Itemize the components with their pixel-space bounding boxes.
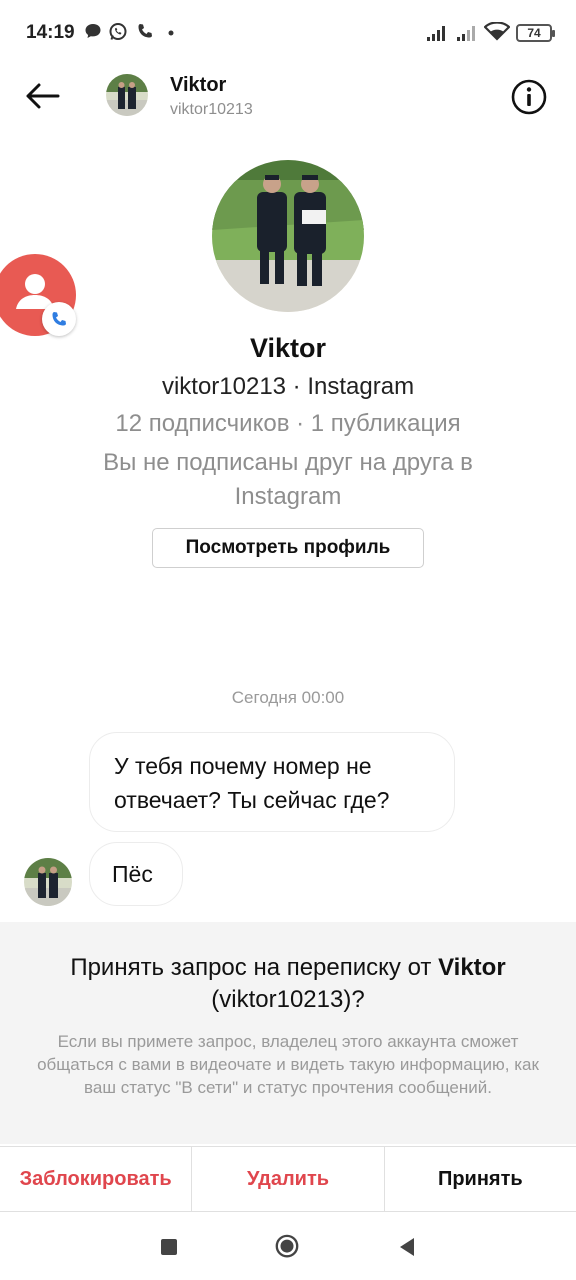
signal-icon: [457, 26, 475, 41]
message-request-panel: Принять запрос на переписку от Viktor (vi…: [0, 922, 576, 1144]
wifi-icon: [484, 22, 510, 41]
chat-icon: [85, 24, 101, 38]
message-bubble[interactable]: У тебя почему номер не отвечает? Ты сейч…: [89, 732, 455, 832]
message-bubble[interactable]: Пёс: [89, 842, 183, 906]
accept-button[interactable]: Принять: [383, 1147, 576, 1211]
request-title: Принять запрос на переписку от Viktor (vi…: [30, 952, 546, 1016]
message-timestamp: Сегодня 00:00: [231, 688, 345, 707]
phone-icon: [138, 24, 152, 38]
request-description: Если вы примете запрос, владелец этого а…: [37, 1032, 539, 1097]
request-title-suffix: ?: [351, 986, 365, 1013]
battery-icon: 74: [516, 24, 555, 42]
request-title-name: Viktor: [438, 954, 506, 981]
home-icon[interactable]: [274, 1234, 300, 1260]
request-actions: Заблокировать Удалить Принять: [0, 1146, 576, 1212]
profile-handle: viktor10213 · Instagram: [161, 373, 415, 400]
view-profile-button[interactable]: Посмотреть профиль: [152, 528, 424, 568]
arrow-left-icon: [26, 83, 60, 109]
avatar[interactable]: [106, 74, 148, 116]
chat-header: Viktor viktor10213: [0, 64, 576, 128]
avatar-photo: [106, 74, 148, 116]
recents-icon[interactable]: [156, 1234, 182, 1260]
profile-photo: [212, 160, 364, 312]
block-button[interactable]: Заблокировать: [0, 1147, 191, 1211]
status-time: 14:19: [26, 22, 75, 43]
dot-icon: [168, 30, 174, 36]
avatar-photo: [24, 858, 72, 906]
whatsapp-icon: [109, 23, 127, 40]
profile-avatar[interactable]: [212, 160, 364, 312]
back-button[interactable]: [22, 78, 62, 114]
call-badge: [42, 302, 76, 336]
profile-name: Viktor: [249, 333, 327, 363]
request-title-handle: (viktor10213): [211, 986, 352, 1013]
avatar[interactable]: [24, 858, 72, 906]
info-button[interactable]: [510, 78, 548, 116]
battery-level: 74: [527, 26, 541, 40]
back-nav-icon[interactable]: [394, 1234, 420, 1260]
info-icon: [511, 79, 547, 115]
signal-icon: [427, 26, 445, 41]
request-title-text: Принять запрос на переписку от: [70, 954, 439, 981]
header-name[interactable]: Viktor: [170, 74, 226, 97]
follow-status: Вы не подписаны друг на друга в Instagra…: [103, 449, 473, 510]
system-nav-bar: [0, 1212, 576, 1280]
profile-stats: 12 подписчиков · 1 публикация: [115, 410, 461, 437]
status-bar: 14:19 74: [0, 0, 576, 64]
header-username: viktor10213: [170, 101, 253, 118]
phone-icon: [52, 312, 66, 326]
delete-button[interactable]: Удалить: [191, 1147, 383, 1211]
